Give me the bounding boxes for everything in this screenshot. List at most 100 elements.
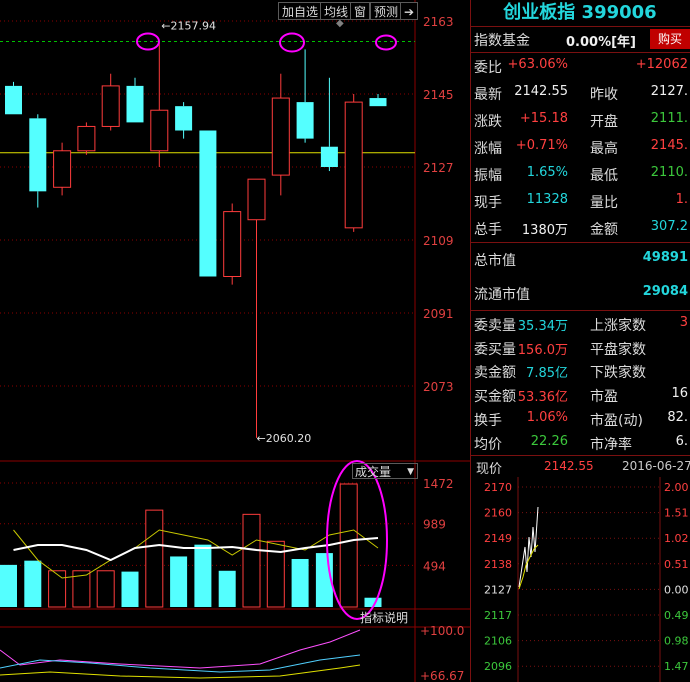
mini-left-tick: 2127 bbox=[484, 583, 512, 596]
mini-left-tick: 2106 bbox=[484, 635, 512, 648]
highlight-ellipse bbox=[279, 32, 305, 53]
intraday-mini-chart[interactable]: 2170 2.00 2160 1.51 2149 1.02 2138 0.51 2127 0.00… bbox=[470, 477, 690, 682]
candle-body-down bbox=[296, 102, 314, 139]
volume-title: 成交量 bbox=[355, 465, 392, 479]
price-tick-label: 2073 bbox=[423, 380, 454, 394]
candle-body-up bbox=[271, 97, 290, 176]
quote-value: 2110. bbox=[650, 164, 688, 180]
diamond-icon: ◆ bbox=[336, 18, 344, 29]
market-row: 委卖量 35.34万 上涨家数 3 bbox=[470, 312, 690, 336]
fund-value: 0.00%[年] bbox=[566, 35, 636, 50]
volume-title-button[interactable]: 成交量 ▼ bbox=[352, 463, 418, 479]
highlight-ellipse bbox=[375, 34, 397, 51]
volume-tick-label: 989 bbox=[423, 518, 446, 532]
chart-area[interactable]: 2163 2145 2127 2109 2091 2073 1472 989 494 +100… bbox=[0, 0, 470, 682]
market-value: 82. bbox=[667, 410, 688, 426]
quote-label: 涨幅 bbox=[474, 140, 502, 157]
mini-date: 2016-06-27, bbox=[622, 459, 690, 473]
price-tick-label: 2091 bbox=[423, 307, 454, 321]
volume-bar-up bbox=[96, 570, 115, 608]
candle-body-down bbox=[29, 118, 47, 192]
market-value: 16 bbox=[671, 386, 688, 402]
quote-label: 昨收 bbox=[590, 86, 618, 103]
quote-row: 振幅 1.65% 最低 2110. bbox=[470, 160, 690, 187]
mini-right-tick: 1.02 bbox=[664, 532, 689, 545]
market-value: 3 bbox=[679, 314, 688, 330]
market-label: 均价 bbox=[474, 436, 502, 453]
volume-bar-down bbox=[170, 556, 188, 607]
buy-button[interactable]: 购买 bbox=[650, 29, 690, 49]
market-label: 平盘家数 bbox=[590, 341, 646, 358]
candle-body-down bbox=[320, 146, 338, 167]
quote-value: +63.06% bbox=[507, 56, 568, 72]
float-market-value: 29084 bbox=[642, 284, 688, 299]
market-label: 市盈 bbox=[590, 389, 618, 406]
high-price-label: ←2157.94 bbox=[161, 20, 216, 33]
quote-value: +0.71% bbox=[515, 137, 568, 153]
total-market-value-label: 总市值 bbox=[474, 253, 516, 269]
add-watchlist-button[interactable]: 加自选 bbox=[278, 2, 323, 20]
candle-body-down bbox=[175, 106, 193, 131]
quote-value: +15.18 bbox=[519, 110, 568, 126]
osc-tick-label: +66.67 bbox=[420, 669, 464, 682]
mini-left-tick: 2160 bbox=[484, 507, 512, 520]
quote-value: 2111. bbox=[650, 110, 688, 126]
volume-bar-up bbox=[48, 570, 67, 608]
quote-row: 总手 1380万 金额 307.2 bbox=[470, 214, 690, 241]
mini-left-tick: 2138 bbox=[484, 558, 512, 571]
next-arrow-icon[interactable]: ➔ bbox=[400, 2, 418, 20]
market-value: 156.0万 bbox=[517, 342, 568, 358]
quote-label: 委比 bbox=[474, 59, 502, 76]
mini-right-tick: 0.98 bbox=[664, 635, 689, 648]
volume-bar-down bbox=[291, 558, 309, 607]
quote-value: 1380万 bbox=[521, 222, 568, 238]
market-label: 市盈(动) bbox=[590, 413, 643, 430]
quote-row: 委比 +63.06% +12062 bbox=[470, 52, 690, 79]
candle-body-up bbox=[344, 101, 363, 229]
indicator-help-button[interactable]: 指标说明 bbox=[360, 610, 408, 626]
mini-right-tick: 0.00 bbox=[664, 583, 689, 596]
volume-bar-down bbox=[24, 560, 42, 607]
quote-value: 2142.55 bbox=[514, 83, 568, 99]
candle-body-down bbox=[5, 85, 22, 115]
osc-line-cyan bbox=[0, 654, 361, 673]
market-value: 22.26 bbox=[530, 433, 568, 449]
quote-label: 总手 bbox=[474, 221, 502, 238]
market-row: 委买量 156.0万 平盘家数 bbox=[470, 336, 690, 360]
volume-bar-up bbox=[339, 483, 358, 608]
market-label: 下跌家数 bbox=[590, 365, 646, 382]
quote-value: 11328 bbox=[526, 191, 568, 207]
mini-right-tick: 0.49 bbox=[664, 609, 689, 622]
volume-bar-down bbox=[194, 544, 212, 607]
window-button[interactable]: 窗 bbox=[350, 2, 371, 20]
quote-value: 1. bbox=[675, 191, 688, 207]
quote-value: 2145. bbox=[650, 137, 688, 153]
volume-bar-up bbox=[145, 509, 164, 608]
quote-label: 振幅 bbox=[474, 167, 502, 184]
chevron-down-icon: ▼ bbox=[407, 467, 414, 477]
mini-right-tick: 0.51 bbox=[664, 558, 689, 571]
candle-body-down bbox=[369, 98, 387, 107]
mini-right-tick: 1.47 bbox=[664, 660, 689, 673]
volume-tick-label: 494 bbox=[423, 559, 446, 573]
mini-left-tick: 2149 bbox=[484, 532, 512, 545]
market-label: 市净率 bbox=[590, 436, 632, 453]
quote-label: 现手 bbox=[474, 194, 502, 211]
quote-value: +12062 bbox=[635, 56, 688, 72]
quote-row: 现手 11328 量比 1. bbox=[470, 187, 690, 214]
market-label: 委买量 bbox=[474, 341, 516, 358]
volume-tick-label: 1472 bbox=[423, 477, 454, 491]
mini-right-tick: 1.51 bbox=[664, 507, 689, 520]
market-value: 53.36亿 bbox=[517, 390, 568, 406]
fund-label: 指数基金 bbox=[474, 33, 530, 49]
quote-value: 1.65% bbox=[526, 164, 568, 180]
kline-chart[interactable]: 2163 2145 2127 2109 2091 2073 1472 989 494 +100… bbox=[0, 0, 470, 682]
volume-bar-down bbox=[218, 570, 236, 607]
market-label: 上涨家数 bbox=[590, 317, 646, 334]
quote-label: 涨跌 bbox=[474, 113, 502, 130]
price-tick-label: 2127 bbox=[423, 161, 454, 175]
forecast-button[interactable]: 预测 bbox=[370, 2, 403, 20]
quote-label: 金额 bbox=[590, 221, 618, 238]
osc-tick-label: +100.0 bbox=[420, 624, 464, 638]
market-value: 6. bbox=[675, 433, 688, 449]
